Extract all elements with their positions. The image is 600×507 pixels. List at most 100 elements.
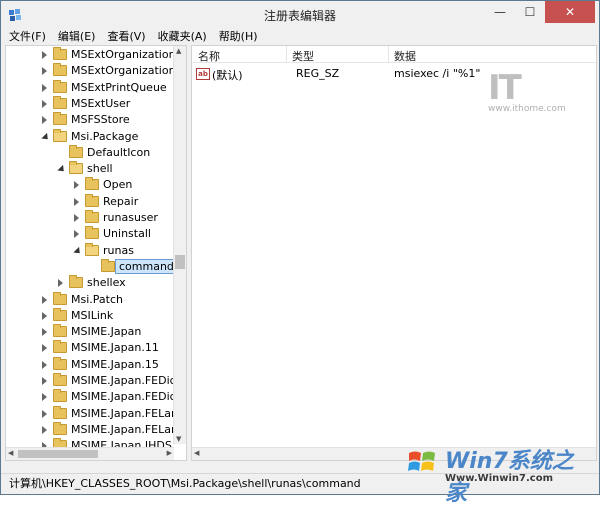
column-header-type[interactable]: 类型 xyxy=(292,48,314,64)
values-list[interactable]: 名称 类型 数据 ab (默认) REG_SZ msiexec /i "%1" … xyxy=(191,45,597,461)
collapsed-arrow-icon[interactable] xyxy=(42,360,47,369)
folder-icon xyxy=(69,275,83,289)
close-button[interactable]: ✕ xyxy=(545,1,595,23)
tree-item[interactable]: MSIME.Japan.FELang xyxy=(6,405,185,422)
tree-item[interactable]: Open xyxy=(6,177,176,193)
menu-favorites[interactable]: 收藏夹(A) xyxy=(152,29,213,45)
value-type: REG_SZ xyxy=(296,67,340,80)
column-header-name[interactable]: 名称 xyxy=(198,48,220,64)
tree-item[interactable]: runasuser xyxy=(6,210,176,226)
tree-item[interactable]: MSExtPrintQueue xyxy=(6,79,176,96)
menu-view[interactable]: 查看(V) xyxy=(101,29,151,45)
collapsed-arrow-icon[interactable] xyxy=(42,83,47,92)
maximize-icon: ☐ xyxy=(524,5,536,19)
collapsed-arrow-icon[interactable] xyxy=(42,99,47,108)
collapsed-arrow-icon[interactable] xyxy=(42,116,47,125)
menu-help[interactable]: 帮助(H) xyxy=(213,29,264,45)
tree-item-label: DefaultIcon xyxy=(87,145,151,159)
tree-item-label: shell xyxy=(87,162,113,176)
scroll-right-icon[interactable]: ▶ xyxy=(167,449,172,457)
tree-item-label: MSExtOrganizationU xyxy=(71,64,184,78)
scroll-left-icon[interactable]: ◀ xyxy=(194,449,199,457)
collapsed-arrow-icon[interactable] xyxy=(42,51,47,59)
registry-tree[interactable]: MSExtOrganization MSExtOrganizationU MSExt… xyxy=(5,45,187,461)
collapsed-arrow-icon[interactable] xyxy=(74,197,79,206)
tree-item[interactable]: MSExtUser xyxy=(6,95,176,112)
tree-item[interactable]: MSILink xyxy=(6,307,176,324)
collapsed-arrow-icon[interactable] xyxy=(42,295,47,304)
tree-item-label: MSExtUser xyxy=(71,96,131,110)
folder-icon xyxy=(53,291,67,305)
tree-item[interactable]: MSIME.Japan.FELang xyxy=(6,421,185,438)
tree-item[interactable]: MSIME.Japan.FEDict. xyxy=(6,389,184,405)
tree-item-label: runasuser xyxy=(103,211,158,224)
tree-item[interactable]: DefaultIcon xyxy=(6,144,176,161)
scroll-left-icon[interactable]: ◀ xyxy=(8,449,13,457)
collapsed-arrow-icon[interactable] xyxy=(42,344,47,353)
tree-scroll-thumb[interactable] xyxy=(175,255,185,269)
collapsed-arrow-icon[interactable] xyxy=(74,230,79,239)
scroll-down-icon[interactable]: ▼ xyxy=(176,435,181,443)
close-icon: ✕ xyxy=(564,5,576,19)
tree-item-label: MSIME.Japan.15 xyxy=(71,357,159,371)
folder-icon xyxy=(53,79,67,93)
collapsed-arrow-icon[interactable] xyxy=(42,377,47,385)
folder-icon xyxy=(53,63,67,77)
collapsed-arrow-icon[interactable] xyxy=(42,393,47,402)
tree-item[interactable]: Msi.Package xyxy=(6,128,176,145)
menu-edit[interactable]: 编辑(E) xyxy=(52,29,102,45)
tree-item-label: MSIME.Japan.FEDict. xyxy=(71,390,184,404)
collapsed-arrow-icon[interactable] xyxy=(42,311,47,320)
tree-item-label: Repair xyxy=(103,194,139,208)
tree-item-label: Uninstall xyxy=(103,227,151,241)
tree-horizontal-scrollbar[interactable]: ◀ ▶ xyxy=(6,447,174,460)
tree-item[interactable]: MSExtOrganization xyxy=(6,47,176,63)
collapsed-arrow-icon[interactable] xyxy=(42,409,47,418)
tree-item-label: MSExtOrganization xyxy=(71,48,176,61)
collapsed-arrow-icon[interactable] xyxy=(74,181,79,190)
tree-item[interactable]: command xyxy=(6,258,178,275)
win7-url: Www.Winwin7.com xyxy=(445,473,554,484)
tree-vertical-scrollbar[interactable]: ▲ ▼ xyxy=(173,46,186,444)
collapsed-arrow-icon[interactable] xyxy=(58,279,63,288)
win7-watermark: Win7系统之家 Www.Winwin7.com xyxy=(399,437,595,506)
tree-item[interactable]: MSFSStore xyxy=(6,112,176,128)
collapsed-arrow-icon[interactable] xyxy=(74,214,79,222)
minimize-button[interactable]: — xyxy=(485,1,515,23)
tree-item-label: MSIME.Japan.11 xyxy=(71,341,159,355)
expanded-arrow-icon[interactable] xyxy=(73,246,83,256)
expanded-arrow-icon[interactable] xyxy=(57,164,67,175)
column-divider[interactable] xyxy=(388,46,389,62)
tree-item[interactable]: MSExtOrganizationU xyxy=(6,63,184,79)
scroll-up-icon[interactable]: ▲ xyxy=(176,47,181,55)
column-divider[interactable] xyxy=(286,46,287,62)
tree-item[interactable]: shell xyxy=(6,161,176,177)
title-bar: 注册表编辑器 — ☐ ✕ xyxy=(1,1,599,29)
tree-item[interactable]: MSIME.Japan.11 xyxy=(6,340,176,356)
folder-icon xyxy=(53,112,67,126)
folder-icon xyxy=(53,373,67,386)
tree-item[interactable]: runas xyxy=(6,242,176,259)
tree-item[interactable]: MSIME.Japan xyxy=(6,324,176,340)
tree-item[interactable]: Uninstall xyxy=(6,226,176,242)
collapsed-arrow-icon[interactable] xyxy=(42,67,47,76)
menu-file[interactable]: 文件(F) xyxy=(1,29,52,45)
minimize-icon: — xyxy=(494,5,506,19)
expanded-arrow-icon[interactable] xyxy=(41,132,51,142)
maximize-button[interactable]: ☐ xyxy=(515,1,545,23)
tree-item[interactable]: MSIME.Japan.FEDict xyxy=(6,373,180,389)
folder-icon xyxy=(101,258,115,272)
tree-item-label: MSIME.Japan.FEDict xyxy=(71,374,180,387)
tree-item[interactable]: Msi.Patch xyxy=(6,291,176,308)
column-header-data[interactable]: 数据 xyxy=(394,48,416,64)
folder-icon xyxy=(69,161,83,175)
tree-item-label: runas xyxy=(103,243,134,257)
tree-item[interactable]: Repair xyxy=(6,193,176,210)
menu-bar: 文件(F) 编辑(E) 查看(V) 收藏夹(A) 帮助(H) xyxy=(1,29,599,45)
collapsed-arrow-icon[interactable] xyxy=(42,425,47,434)
collapsed-arrow-icon[interactable] xyxy=(42,328,47,337)
tree-item[interactable]: shellex xyxy=(6,275,176,291)
tree-item[interactable]: MSIME.Japan.15 xyxy=(6,356,176,373)
folder-icon xyxy=(53,340,67,354)
tree-hscroll-thumb[interactable] xyxy=(18,450,98,458)
